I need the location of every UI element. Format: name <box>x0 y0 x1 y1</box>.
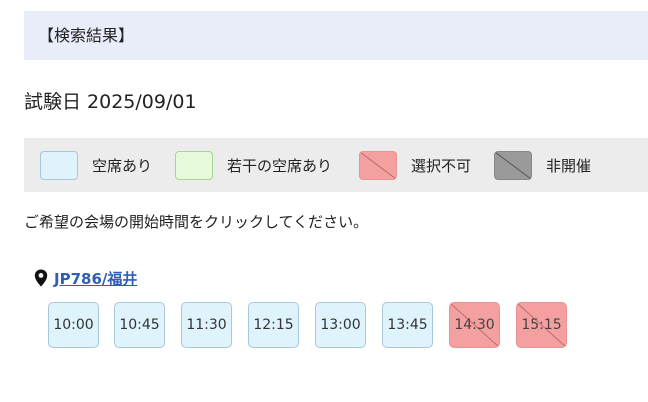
search-results-title: 【検索結果】 <box>38 26 135 45</box>
venue-link[interactable]: JP786/福井 <box>54 268 137 289</box>
time-slot-label: 12:15 <box>253 317 294 333</box>
exam-date: 試験日 2025/09/01 <box>24 91 197 113</box>
map-pin-icon <box>34 269 48 287</box>
legend-label-unselectable: 選択不可 <box>411 156 472 175</box>
legend-swatch-few-seats <box>175 150 213 180</box>
legend-label-few-seats: 若干の空席あり <box>227 156 333 175</box>
time-slot-label: 13:00 <box>320 317 361 333</box>
legend-item-not-held: 非開催 <box>494 150 591 180</box>
venue-heading: JP786/福井 <box>34 266 137 290</box>
time-slot-button[interactable]: 11:30 <box>181 302 232 348</box>
instruction-text: ご希望の会場の開始時間をクリックしてください。 <box>24 213 369 231</box>
time-slot-button-disabled: 14:30 <box>449 302 500 348</box>
time-slot-button[interactable]: 13:45 <box>382 302 433 348</box>
legend-label-available: 空席あり <box>92 156 153 175</box>
time-slot-button[interactable]: 13:00 <box>315 302 366 348</box>
time-slot-label: 13:45 <box>387 317 428 333</box>
legend-item-unselectable: 選択不可 <box>359 150 471 180</box>
legend-swatch-not-held <box>494 150 532 180</box>
legend-swatch-available <box>40 150 78 180</box>
legend-swatch-unselectable <box>359 150 397 180</box>
time-slot-label: 10:45 <box>119 317 160 333</box>
legend-item-few-seats: 若干の空席あり <box>175 150 332 180</box>
search-results-header: 【検索結果】 <box>24 11 648 60</box>
availability-legend: 空席あり 若干の空席あり 選択不可 非開催 <box>24 138 648 192</box>
time-slot-label: 14:30 <box>454 317 495 333</box>
time-slot-button-disabled: 15:15 <box>516 302 567 348</box>
time-slot-button[interactable]: 10:45 <box>114 302 165 348</box>
time-slot-label: 15:15 <box>521 317 562 333</box>
time-slot-label: 11:30 <box>186 317 227 333</box>
time-slot-label: 10:00 <box>53 317 94 333</box>
time-slot-button[interactable]: 10:00 <box>48 302 99 348</box>
legend-label-not-held: 非開催 <box>546 156 592 175</box>
legend-item-available: 空席あり <box>40 150 152 180</box>
time-slot-button[interactable]: 12:15 <box>248 302 299 348</box>
